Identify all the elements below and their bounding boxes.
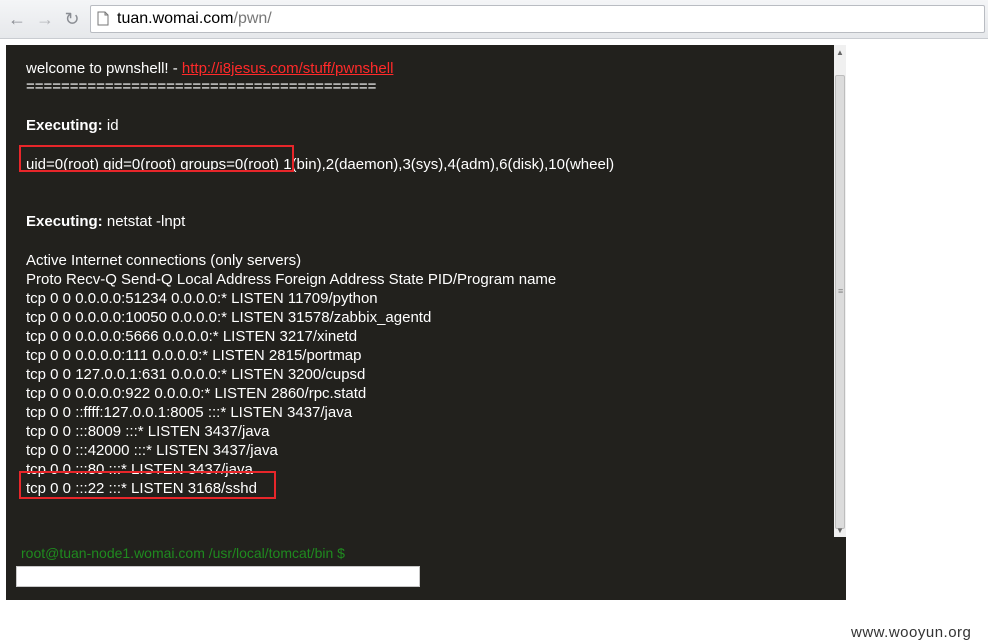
exec-label: Executing: [26, 117, 103, 134]
scrollbar-thumb[interactable]: ≡ [835, 75, 845, 529]
shell-prompt: root@tuan-node1.womai.com /usr/local/tom… [21, 545, 345, 561]
netstat-line: tcp 0 0 0.0.0.0:51234 0.0.0.0:* LISTEN 1… [26, 290, 378, 307]
back-arrow-icon[interactable]: ← [7, 9, 27, 29]
address-bar[interactable]: tuan.womai.com/pwn/ [90, 5, 985, 33]
forward-arrow-icon[interactable]: → [35, 9, 55, 29]
url-path: /pwn/ [233, 10, 272, 27]
scroll-up-icon[interactable]: ▲ [834, 45, 846, 59]
pwnshell-terminal: welcome to pwnshell! - http://i8jesus.co… [6, 45, 846, 600]
address-url: tuan.womai.com/pwn/ [117, 10, 272, 28]
grip-icon: ≡ [838, 286, 844, 296]
watermark: www.wooyun.org [851, 624, 972, 641]
exec-netstat-line: Executing: netstat -lnpt [26, 213, 185, 231]
netstat-line: tcp 0 0 0.0.0.0:922 0.0.0.0:* LISTEN 286… [26, 385, 367, 402]
exec-id-line: Executing: id [26, 117, 119, 135]
welcome-line: welcome to pwnshell! - http://i8jesus.co… [26, 60, 393, 78]
netstat-line: tcp 0 0 :::8009 :::* LISTEN 3437/java [26, 423, 270, 440]
pwnshell-link[interactable]: http://i8jesus.com/stuff/pwnshell [182, 60, 394, 77]
welcome-text: welcome to pwnshell! - [26, 60, 182, 77]
scroll-down-icon[interactable]: ▼ [834, 523, 846, 537]
exec-label: Executing: [26, 213, 103, 230]
terminal-scrollbar[interactable]: ▲ ≡ ▼ [834, 45, 846, 537]
browser-toolbar: ← → ↻ tuan.womai.com/pwn/ [0, 0, 988, 39]
netstat-line: tcp 0 0 127.0.0.1:631 0.0.0.0:* LISTEN 3… [26, 366, 366, 383]
highlight-root-id [19, 145, 294, 172]
url-host: tuan.womai.com [117, 10, 234, 27]
exec-command: id [106, 117, 119, 134]
netstat-line: tcp 0 0 0.0.0.0:111 0.0.0.0:* LISTEN 281… [26, 347, 362, 364]
terminal-output: welcome to pwnshell! - http://i8jesus.co… [6, 45, 834, 537]
command-input[interactable] [16, 566, 420, 587]
netstat-line: tcp 0 0 0.0.0.0:5666 0.0.0.0:* LISTEN 32… [26, 328, 358, 345]
exec-command: netstat -lnpt [106, 213, 186, 230]
highlight-sshd-line [19, 471, 276, 499]
separator-line: ======================================== [26, 78, 377, 95]
reload-icon[interactable]: ↻ [62, 9, 82, 29]
netstat-line: tcp 0 0 :::42000 :::* LISTEN 3437/java [26, 442, 278, 459]
netstat-line: Active Internet connections (only server… [26, 252, 302, 269]
netstat-line: Proto Recv-Q Send-Q Local Address Foreig… [26, 271, 557, 288]
netstat-line: tcp 0 0 ::ffff:127.0.0.1:8005 :::* LISTE… [26, 404, 353, 421]
page-icon [97, 11, 109, 26]
page-content: welcome to pwnshell! - http://i8jesus.co… [0, 39, 988, 644]
netstat-line: tcp 0 0 0.0.0.0:10050 0.0.0.0:* LISTEN 3… [26, 309, 432, 326]
